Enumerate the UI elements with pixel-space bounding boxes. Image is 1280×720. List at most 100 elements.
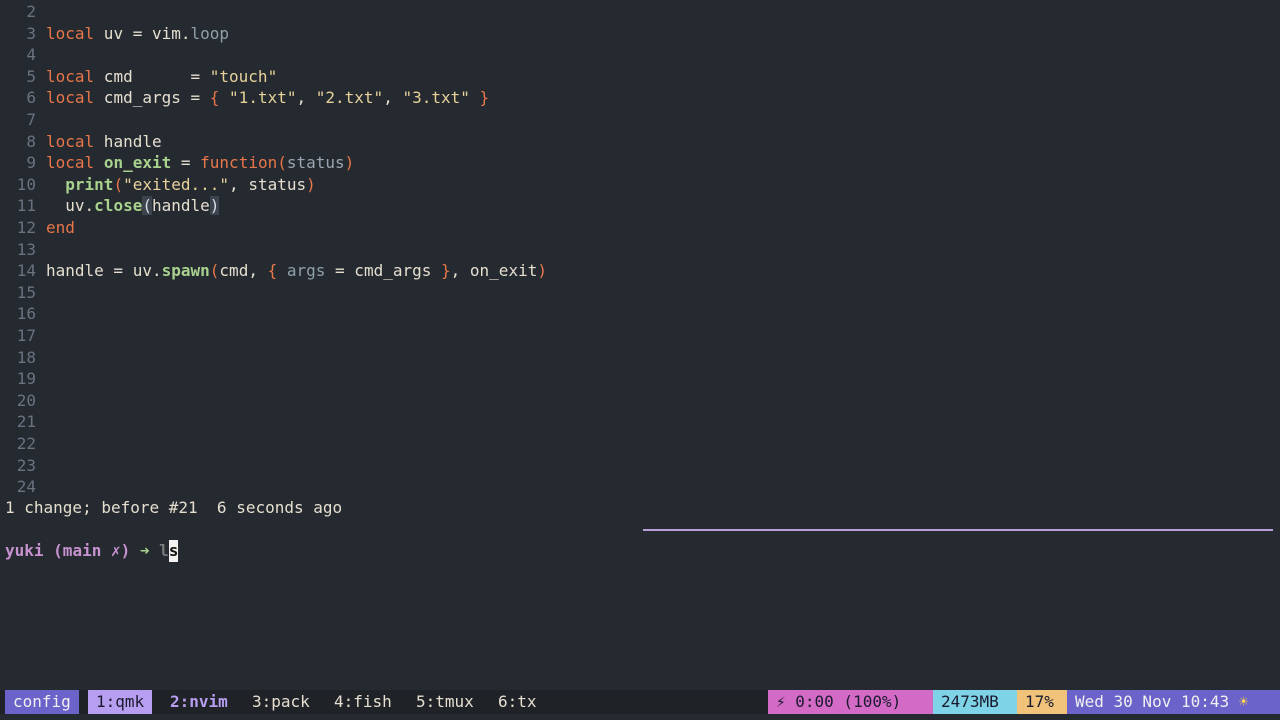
code-line[interactable]: 13: [0, 239, 1280, 260]
code-token: {: [267, 261, 278, 281]
line-number: 14: [16, 261, 36, 281]
code-token: close: [94, 196, 143, 216]
code-token: }: [479, 88, 490, 108]
memory-usage: 2473MB: [933, 690, 1017, 714]
code-token: "1.txt": [229, 88, 297, 108]
code-line[interactable]: 7: [0, 109, 1280, 130]
line-number: 23: [16, 455, 36, 475]
code-token: cmd_args =: [94, 88, 210, 108]
editor-pane[interactable]: 2 3 local uv = vim.loop 4 5 local cmd = "touc…: [0, 0, 1280, 520]
code-token: on_exit: [103, 153, 172, 173]
code-line[interactable]: 9 local on_exit = function(status): [0, 152, 1280, 173]
code-line[interactable]: 18: [0, 347, 1280, 368]
code-token: "touch": [209, 66, 278, 86]
code-token: uv: [46, 196, 85, 216]
terminal-pane[interactable]: yuki (main ✗) ➜ ls: [0, 532, 1280, 690]
line-code: local cmd = "touch": [46, 66, 277, 87]
line-number: 18: [16, 347, 36, 367]
code-token: (: [142, 196, 152, 216]
line-number: 19: [16, 369, 36, 389]
code-line[interactable]: 11 uv.close(handle): [0, 195, 1280, 216]
code-line[interactable]: 15: [0, 282, 1280, 303]
code-token: ,: [383, 88, 403, 108]
code-token: ): [344, 153, 355, 173]
line-number: 3: [26, 23, 36, 43]
tmux-window-5[interactable]: 5:tmux: [408, 690, 482, 714]
tmux-window-1[interactable]: 1:qmk: [88, 690, 153, 714]
code-token: ): [306, 174, 316, 194]
pane-separator[interactable]: [643, 529, 1273, 531]
line-number: 17: [16, 326, 36, 345]
prompt-user: yuki: [5, 541, 44, 560]
code-line[interactable]: 22: [0, 433, 1280, 454]
message-line: 1 change; before #21 6 seconds ago: [5, 498, 343, 517]
line-number: 15: [16, 282, 36, 302]
line-number: 10: [16, 174, 36, 194]
line-number: 2: [26, 2, 36, 21]
code-line[interactable]: 2: [0, 1, 1280, 22]
code-line[interactable]: 20: [0, 390, 1280, 411]
code-token: loop: [190, 23, 230, 43]
code-token: local: [46, 131, 95, 151]
code-token: print: [65, 174, 114, 194]
code-token: (: [209, 261, 220, 281]
code-token: local: [46, 153, 95, 173]
code-token: end: [46, 218, 75, 237]
code-token: .: [151, 261, 162, 281]
prompt-git-branch: (main ✗): [53, 541, 131, 560]
code-token: .: [180, 23, 191, 43]
line-number: 21: [16, 412, 36, 432]
code-line[interactable]: 21: [0, 411, 1280, 432]
line-number: 12: [16, 218, 36, 237]
line-number: 20: [16, 390, 36, 410]
battery-status: ⚡ 0:00 (100%): [768, 690, 933, 714]
cpu-usage: 17%: [1017, 690, 1067, 714]
code-token: , status: [229, 174, 307, 194]
code-token: cmd,: [219, 261, 268, 281]
line-code: local on_exit = function(status): [46, 152, 354, 173]
tmux-window-2-active[interactable]: 2:nvim: [162, 690, 236, 714]
code-token: ,: [296, 88, 316, 108]
code-token: function: [200, 153, 278, 173]
code-token: =: [171, 153, 201, 173]
code-line[interactable]: 5 local cmd = "touch": [0, 66, 1280, 87]
line-number: 11: [16, 196, 36, 216]
code-line[interactable]: 16: [0, 303, 1280, 324]
line-number: 13: [16, 239, 36, 259]
code-line[interactable]: 23: [0, 455, 1280, 476]
code-token: handle: [94, 131, 162, 151]
tmux-window-6[interactable]: 6:tx: [490, 690, 545, 714]
code-line[interactable]: 19: [0, 368, 1280, 389]
code-token: args: [286, 261, 326, 281]
code-line[interactable]: 17: [0, 325, 1280, 346]
command-input[interactable]: l: [159, 541, 169, 560]
code-token: handle: [151, 196, 210, 216]
line-code: local handle: [46, 131, 162, 152]
code-line[interactable]: 6 local cmd_args = { "1.txt", "2.txt", "3…: [0, 87, 1280, 108]
line-code: local uv = vim.loop: [46, 23, 229, 44]
line-number: 8: [26, 131, 36, 151]
sun-icon: ☀: [1238, 692, 1249, 711]
tmux-session-name[interactable]: config: [5, 690, 79, 714]
code-token: uv = vim: [94, 23, 181, 43]
tmux-window-4[interactable]: 4:fish: [326, 690, 400, 714]
code-line[interactable]: 4: [0, 44, 1280, 65]
code-token: handle = uv: [46, 261, 152, 281]
code-line[interactable]: 10 print("exited...", status): [0, 174, 1280, 195]
code-line[interactable]: 8 local handle: [0, 131, 1280, 152]
code-token: .: [84, 196, 95, 216]
code-line[interactable]: 3 local uv = vim.loop: [0, 23, 1280, 44]
code-line[interactable]: 14 handle = uv.spawn(cmd, { args = cmd_ar…: [0, 260, 1280, 281]
code-line[interactable]: 12 end: [0, 217, 1280, 238]
code-token: cmd =: [94, 66, 210, 86]
line-code: handle = uv.spawn(cmd, { args = cmd_args…: [46, 260, 547, 281]
code-token: local: [46, 66, 95, 86]
tmux-window-3[interactable]: 3:pack: [244, 690, 318, 714]
code-line[interactable]: 24: [0, 476, 1280, 497]
line-number: 9: [26, 153, 36, 173]
code-token: (: [277, 153, 287, 173]
